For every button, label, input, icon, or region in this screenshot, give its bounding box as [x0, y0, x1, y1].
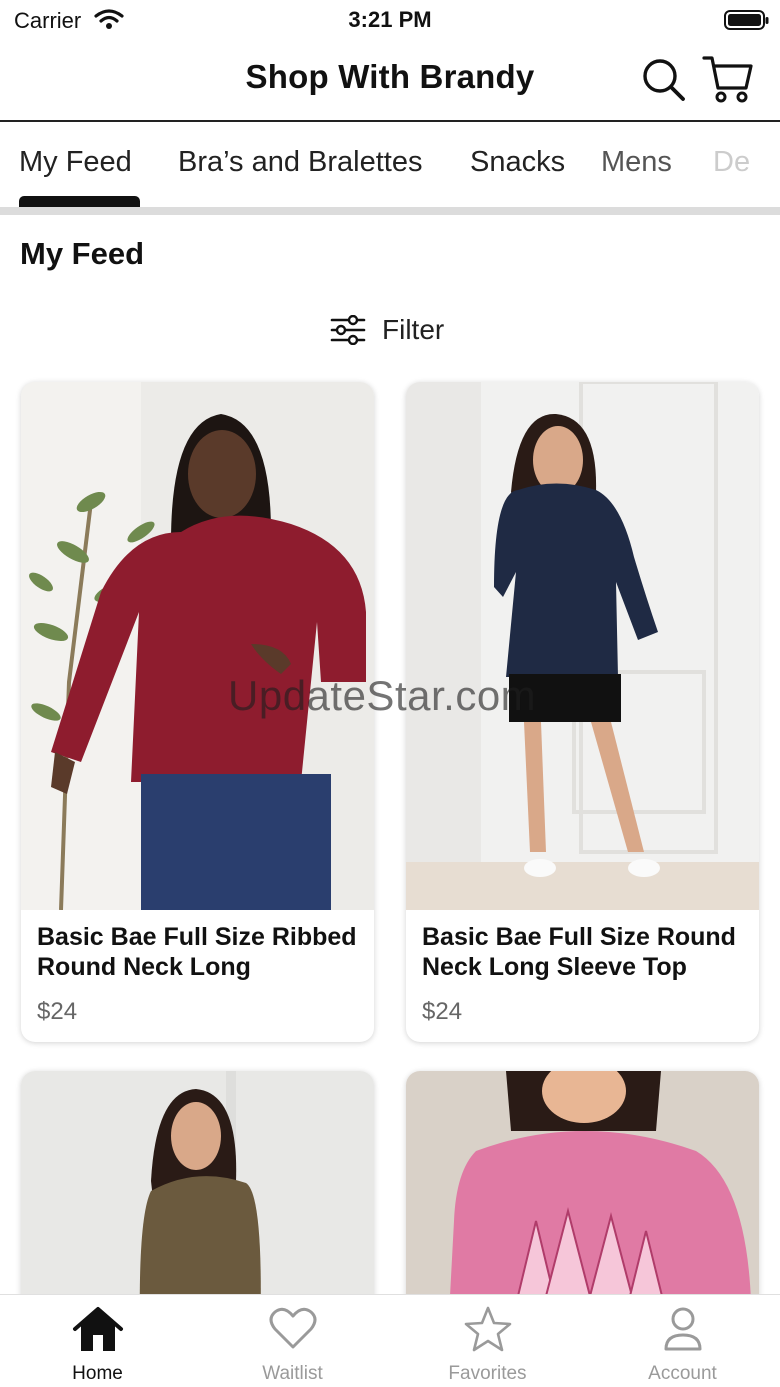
app-header: Shop With Brandy [0, 40, 780, 122]
watermark: UpdateStar.com [228, 672, 537, 719]
product-name[interactable]: Basic Bae Full Size Ribbed Round Neck Lo… [37, 922, 362, 982]
product-image[interactable] [21, 382, 374, 910]
product-price: $24 [422, 998, 463, 1025]
nav-favorites-label: Favorites [448, 1363, 527, 1384]
product-image[interactable] [406, 382, 759, 910]
star-icon [464, 1306, 511, 1352]
nav-waitlist-label: Waitlist [262, 1363, 323, 1384]
tab-bras-and-bralettes[interactable]: Bra’s and Bralettes [178, 146, 423, 179]
battery-icon [724, 10, 769, 30]
section-title: My Feed [20, 236, 145, 271]
tab-partial[interactable]: De [713, 146, 750, 179]
nav-favorites[interactable]: Favorites [390, 1295, 585, 1387]
category-tabs: My Feed Bra’s and Bralettes Snacks Mens … [0, 124, 780, 208]
tab-mens[interactable]: Mens [601, 146, 672, 179]
product-name[interactable]: Basic Bae Full Size Round Neck Long Slee… [422, 922, 747, 982]
home-icon [72, 1307, 123, 1351]
nav-home-label: Home [72, 1363, 123, 1384]
nav-account[interactable]: Account [585, 1295, 780, 1387]
sliders-icon [330, 315, 366, 345]
cart-icon [702, 56, 753, 103]
status-bar: Carrier 3:21 PM [0, 0, 780, 40]
user-icon [664, 1307, 701, 1351]
cart-button[interactable] [702, 54, 754, 106]
heart-icon [269, 1307, 316, 1349]
bottom-nav: Home Waitlist Favorites Account [0, 1294, 780, 1387]
product-price: $24 [37, 998, 78, 1025]
filter-label: Filter [382, 314, 445, 345]
search-button[interactable] [640, 56, 688, 104]
tabs-divider [0, 207, 780, 215]
search-icon [643, 59, 685, 101]
nav-waitlist[interactable]: Waitlist [195, 1295, 390, 1387]
status-time: 3:21 PM [348, 7, 432, 32]
tab-my-feed[interactable]: My Feed [19, 146, 132, 179]
nav-account-label: Account [648, 1363, 717, 1384]
nav-home[interactable]: Home [0, 1295, 195, 1387]
filter-button[interactable]: Filter [330, 310, 444, 350]
tab-snacks[interactable]: Snacks [470, 146, 565, 179]
